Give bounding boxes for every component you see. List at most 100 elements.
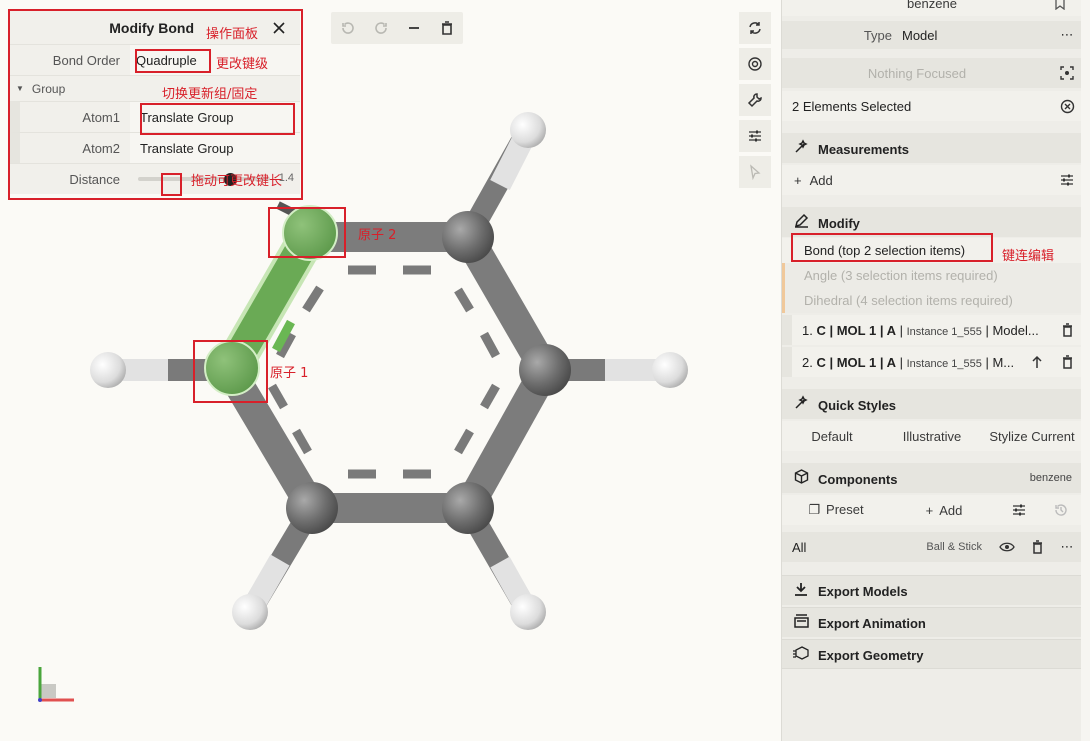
download-icon — [792, 582, 810, 596]
components-header[interactable]: Components benzene — [782, 463, 1082, 493]
annotation-distance: 拖动可更改键长 — [191, 174, 283, 189]
style-stylize-button[interactable]: Stylize Current — [982, 429, 1082, 444]
export-animation-header[interactable]: Export Animation — [782, 607, 1082, 637]
annotation-bond-order: 更改键级 — [216, 57, 269, 72]
focus-row: Nothing Focused — [782, 58, 1082, 88]
selection-item-label: C | MOL 1 | A — [816, 354, 896, 370]
type-select[interactable]: Model — [902, 28, 1052, 43]
style-illustrative-button[interactable]: Illustrative — [882, 429, 982, 444]
focus-target-icon[interactable] — [1052, 58, 1082, 88]
bond-order-label: Bond Order — [52, 52, 120, 68]
export-models-title: Export Models — [818, 584, 908, 599]
components-badge: benzene — [1029, 472, 1072, 484]
copy-icon: ❐ — [808, 502, 821, 517]
minus-icon[interactable] — [397, 12, 430, 44]
screenshot-icon[interactable] — [739, 48, 771, 80]
measurements-header[interactable]: Measurements — [782, 133, 1082, 163]
magic-wand-icon — [792, 395, 810, 410]
annotation-bond-edit: 键连编辑 — [1002, 249, 1055, 264]
measurements-title: Measurements — [818, 142, 910, 157]
components-options-icon[interactable] — [998, 495, 1040, 525]
quick-styles-header[interactable]: Quick Styles — [782, 389, 1082, 419]
more-options-icon[interactable]: ⋯ — [1052, 21, 1082, 49]
trash-icon[interactable] — [1052, 315, 1082, 345]
pencil-icon — [792, 213, 810, 228]
trash-icon[interactable] — [1022, 532, 1052, 562]
trash-icon[interactable] — [430, 12, 463, 44]
ch-bonds — [108, 124, 670, 618]
3d-viewport[interactable]: Modify Bond Bond Order Quadruple ▼ Group… — [0, 0, 781, 741]
components-toolbar: ❐ Preset + Add — [782, 495, 1082, 525]
redo-icon[interactable] — [364, 12, 397, 44]
history-icon[interactable] — [1040, 495, 1082, 525]
arrow-up-icon[interactable] — [1022, 347, 1052, 377]
focus-status: Nothing Focused — [867, 65, 967, 81]
dihedral-row: Dihedral (4 selection items required) — [782, 288, 1082, 313]
undo-icon[interactable] — [331, 12, 364, 44]
reset-camera-icon[interactable] — [739, 12, 771, 44]
controls-sliders-icon[interactable] — [739, 120, 771, 152]
panel-title: Modify Bond — [109, 19, 194, 36]
modify-header[interactable]: Modify — [782, 207, 1082, 237]
component-row-all[interactable]: All Ball & Stick ⋯ — [782, 532, 1082, 562]
measurements-add-button[interactable]: + Add — [782, 173, 1052, 188]
pointer-icon[interactable] — [739, 156, 771, 188]
annotation-atom1: 原子 1 — [270, 366, 309, 381]
more-options-icon[interactable]: ⋯ — [1052, 532, 1082, 562]
style-default-button[interactable]: Default — [782, 429, 882, 444]
cube-icon — [792, 469, 810, 484]
magic-wand-icon — [792, 139, 810, 154]
modify-title: Modify — [818, 216, 860, 231]
quick-styles-title: Quick Styles — [818, 398, 897, 413]
close-icon[interactable] — [270, 19, 288, 37]
components-title: Components — [818, 472, 898, 487]
eye-icon[interactable] — [992, 532, 1022, 562]
type-label: Type — [863, 27, 892, 43]
plus-icon: + — [925, 502, 934, 518]
history-toolbar — [331, 12, 463, 44]
clear-selection-icon[interactable] — [1052, 91, 1082, 121]
annotation-group: 切换更新组/固定 — [162, 87, 258, 102]
atom2-select[interactable]: Translate Group — [130, 133, 300, 163]
type-row: Type Model ⋯ — [782, 21, 1082, 49]
export-models-header[interactable]: Export Models — [782, 575, 1082, 605]
angle-row: Angle (3 selection items required) — [782, 263, 1082, 288]
representation-label: Ball & Stick — [926, 541, 982, 553]
structure-name: benzene — [907, 0, 957, 11]
annotation-atom2: 原子 2 — [358, 228, 397, 243]
selection-item[interactable]: 2. C | MOL 1 | A | Instance 1_555 | M... — [782, 347, 1082, 377]
structure-name-row: benzene — [782, 0, 1082, 16]
measurement-options-icon[interactable] — [1052, 165, 1082, 195]
bond-edit-button[interactable]: Bond (top 2 selection items) — [782, 243, 965, 258]
control-panel: benzene Type Model ⋯ Nothing Focused 2 E… — [781, 0, 1082, 741]
settings-wrench-icon[interactable] — [739, 84, 771, 116]
angle-edit-button: Angle (3 selection items required) — [804, 268, 998, 283]
preset-button[interactable]: ❐ Preset — [782, 502, 890, 518]
axis-gizmo-icon — [38, 667, 74, 702]
group-label: Group — [31, 81, 66, 96]
export-geometry-header[interactable]: Export Geometry — [782, 639, 1082, 669]
dihedral-edit-button: Dihedral (4 selection items required) — [804, 293, 1013, 308]
window-edge — [1081, 0, 1090, 741]
trash-icon[interactable] — [1052, 347, 1082, 377]
atom1-row: Atom1 Translate Group — [10, 101, 300, 132]
camera-roll-icon — [792, 614, 810, 628]
geometry-cube-icon — [792, 645, 810, 660]
bookmark-icon[interactable] — [1054, 0, 1066, 13]
selection-row: 2 Elements Selected — [782, 91, 1082, 121]
atom1-select[interactable]: Translate Group — [130, 102, 300, 132]
component-label: All — [792, 539, 807, 555]
chevron-down-icon: ▼ — [16, 84, 24, 93]
components-add-button[interactable]: + Add — [890, 503, 998, 518]
carbon-atoms[interactable] — [204, 205, 571, 534]
plus-icon: + — [794, 172, 802, 188]
distance-label: Distance — [69, 171, 120, 187]
selection-item-label: C | MOL 1 | A — [816, 322, 896, 338]
molstar-app: Modify Bond Bond Order Quadruple ▼ Group… — [0, 0, 1090, 741]
selection-count: 2 Elements Selected — [792, 98, 912, 114]
atom2-label: Atom2 — [82, 140, 120, 156]
viewport-controls — [739, 12, 771, 192]
selection-item[interactable]: 1. C | MOL 1 | A | Instance 1_555 | Mode… — [782, 315, 1082, 345]
annotation-panel: 操作面板 — [206, 27, 259, 42]
bond-order-select[interactable]: Quadruple — [130, 45, 300, 75]
